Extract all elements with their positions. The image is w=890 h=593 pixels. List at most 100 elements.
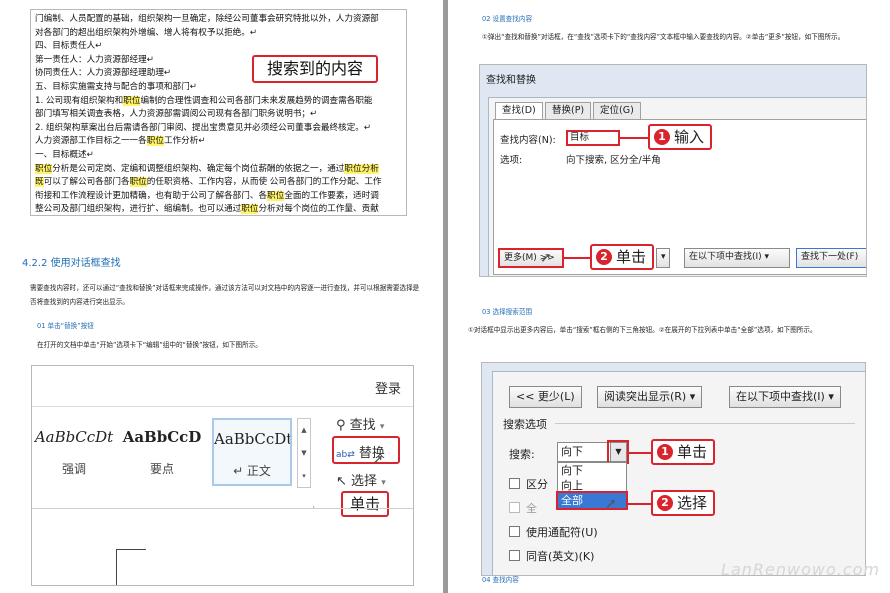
wildcards-checkbox[interactable]: 使用通配符(U) [509,524,598,540]
document-text: 第一责任人：人力资源部经理↵ [35,54,154,65]
options-value: 向下搜索, 区分全/半角 [566,155,661,166]
chevron-down-icon[interactable]: ▼ [298,442,310,465]
document-text: 五、目标实施需支持与配合的事项和部门↵ [35,81,197,92]
match-case-checkbox[interactable]: 区分 [509,476,548,492]
click-callout: 1 单击 [651,439,716,465]
checkbox-box[interactable] [509,526,520,537]
style-strong[interactable]: AaBbCcD 要点 [122,418,202,486]
group-divider [555,423,855,424]
select-callout: 2 选择 [651,490,716,516]
ribbon-screenshot: 登录 AaBbCcDt 强调 AaBbCcD 要点 AaBbCcDt ↵ 正文 … [31,365,414,586]
highlighted-match: 既 [35,177,44,188]
find-button[interactable]: ⚲ 查找 ▾ [336,414,384,433]
right-page: 02 设置查找内容 ①弹出“查找和替换”对话框，在“查找”选项卡下的“查找内容”… [448,0,890,593]
style-sample: AaBbCcD [122,428,202,446]
watermark: LanRenwowo.com [721,560,880,579]
style-emphasis[interactable]: AaBbCcDt 强调 [34,418,114,486]
find-tab-panel: 查找内容(N): 目标 1 输入 选项: 向下搜索, 区分全/半角 更多(M) >… [493,119,866,275]
find-what-input[interactable]: 目标 [566,130,620,146]
search-options-dialog: << 更少(L) 阅读突出显示(R) ▾ 在以下项中查找(I) ▾ 搜索选项 搜… [481,362,866,576]
step-02-title: 02 设置查找内容 [482,15,533,23]
highlighted-match: 职位 [241,204,259,215]
document-text: 1. 公司现有组织架构和 [35,95,124,106]
document-text: 分析是公司定岗、定编和调整组织架构、确定每个岗位薪酬的依据之一，通过 [52,163,345,174]
search-direction-value: 向下 [561,445,583,458]
select-label: 选择 [351,474,378,489]
margin-mark [116,549,146,550]
tab-find[interactable]: 查找(D) [495,102,543,120]
mouse-cursor-icon: ➚ [540,250,552,266]
chevron-down-icon: ▾ [379,422,385,432]
document-text: 衔接和工作流程设计更加精确，也有助于公司了解各部门、各 [35,190,268,201]
whole-word-label: 全 [526,502,537,515]
click-callout-label: 单击 [616,248,647,266]
step-04-title: 04 查找内容 [482,576,519,584]
document-text: 协同责任人：人力资源部经理助理↵ [35,68,172,79]
search-icon: ⚲ [336,418,346,433]
dialog-body: 查找(D) 替换(P) 定位(G) 查找内容(N): 目标 1 输入 选项: 向下… [488,97,866,276]
less-button[interactable]: << 更少(L) [509,386,582,408]
checkbox-box[interactable] [509,502,520,513]
document-text: 工作分析↵ [163,136,206,147]
document-line: 门编制、人员配置的基础，组织架构一旦确定，除经公司董事会研究特批以外，人力资源部 [35,13,402,27]
more-icon[interactable]: ▾ [298,465,310,488]
tab-replace[interactable]: 替换(P) [545,102,592,120]
step-01-paragraph: 在打开的文档中单击“开始”选项卡下“编辑”组中的“替换”按钮，如下图所示。 [37,341,262,349]
highlighted-match: 职位 [129,177,147,188]
replace-highlight-box [332,436,400,464]
highlight-button[interactable]: 阅读突出显示(R) ▾ [597,386,703,408]
document-text: 一、目标概述↵ [35,149,94,160]
sounds-like-label: 同音(英文)(K) [526,550,595,563]
search-direction-label: 搜索: [509,448,535,461]
select-button[interactable]: ↖ 选择 ▾ [336,470,386,489]
styles-gallery-scroll[interactable]: ▲ ▼ ▾ [297,418,311,488]
search-options-group-label: 搜索选项 [503,418,547,431]
document-text: 四、目标责任人↵ [35,41,103,52]
document-line: 四、目标责任人↵ [35,40,402,54]
dropdown-option-down[interactable]: 向下 [558,463,626,478]
tab-goto[interactable]: 定位(G) [593,102,641,120]
document-text: 2. 组织架构草案出台后需请各部门审阅、提出宝贵意见并必须经公司董事会最终核定。… [35,122,372,133]
chevron-up-icon[interactable]: ▲ [298,419,310,442]
style-name: 要点 [149,462,174,476]
checkbox-box[interactable] [509,550,520,561]
login-link[interactable]: 登录 [375,378,401,397]
style-sample: AaBbCcDt [214,430,290,448]
find-in-button[interactable]: 在以下项中查找(I) ▾ [684,248,790,268]
click-callout: 2 单击 [590,244,655,270]
style-normal[interactable]: AaBbCcDt ↵ 正文 [212,418,292,486]
find-next-button[interactable]: 查找下一处(F) [796,248,866,268]
document-line: 五、目标实施需支持与配合的事项和部门↵ [35,81,402,95]
document-text: 门编制、人员配置的基础，组织架构一旦确定，除经公司董事会研究特批以外，人力资源部 [35,14,379,24]
dropdown-option-up[interactable]: 向上 [558,478,626,493]
step-badge-2: 2 [657,495,673,511]
find-in-button[interactable]: 在以下项中查找(I) ▾ [729,386,841,408]
more-button[interactable]: 更多(M) >> [498,248,564,268]
document-text: 编制的合理性调查和公司各部门未来发展趋势的调查需各职能 [140,95,373,106]
document-line: 1. 公司现有组织架构和职位编制的合理性调查和公司各部门未来发展趋势的调查需各职… [35,95,402,109]
margin-mark [116,549,117,585]
checkbox-box[interactable] [509,478,520,489]
callout-arrow [627,503,653,505]
input-callout: 1 输入 [648,124,713,150]
intro-paragraph: 需要查找内容时，还可以通过“查找和替换”对话框来完成操作，通过该方法可以对文档中… [30,284,420,306]
cursor-icon: ↖ [336,474,347,489]
mouse-cursor-icon: ➚ [372,452,384,468]
options-label: 选项: [500,155,523,166]
document-line: 职位分析是公司定岗、定编和调整组织架构、确定每个岗位薪酬的依据之一，通过职位分析 [35,163,402,177]
match-case-label: 区分 [526,478,548,491]
left-page: 门编制、人员配置的基础，组织架构一旦确定，除经公司董事会研究特批以外，人力资源部… [0,0,443,593]
document-text: 对各部门的超出组织架构外增编、增人将有权予以拒绝。↵ [35,27,258,38]
find-what-label: 查找内容(N): [500,135,556,146]
document-screenshot: 门编制、人员配置的基础，组织架构一旦确定，除经公司董事会研究特批以外，人力资源部… [30,9,407,216]
style-name: ↵ 正文 [233,464,271,478]
sounds-like-checkbox[interactable]: 同音(英文)(K) [509,548,594,564]
highlighted-match: 职位分析 [344,163,379,174]
whole-word-checkbox[interactable]: 全 [509,500,537,516]
document-text: 可以了解公司各部门各 [43,177,130,188]
chevron-down-icon: ▾ [381,478,386,488]
step-badge-1: 1 [657,444,673,460]
ribbon-bottom-border [32,508,413,509]
highlight-dropdown[interactable]: ▾ [656,248,670,268]
document-line: 对各部门的超出组织架构外增编、增人将有权予以拒绝。↵ [35,27,402,41]
